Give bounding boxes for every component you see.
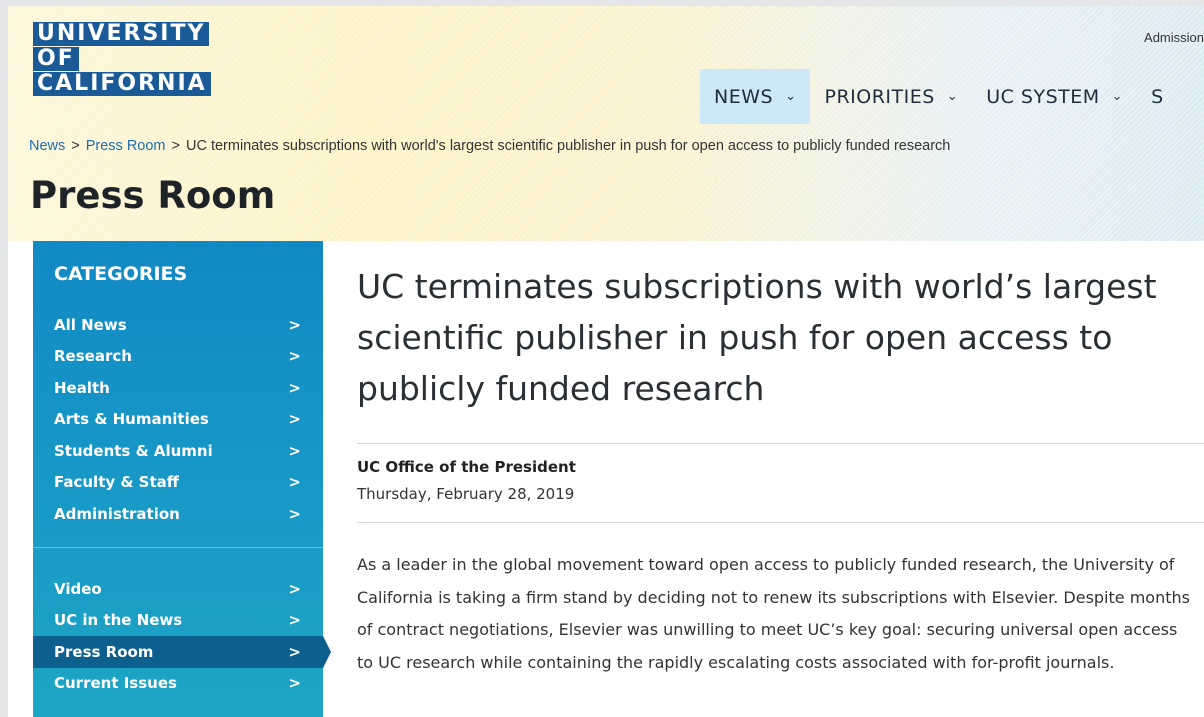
sidebar-item-faculty-staff[interactable]: Faculty & Staff > — [33, 467, 323, 499]
chevron-right-icon: > — [288, 504, 301, 523]
chevron-right-icon: > — [288, 473, 301, 492]
sidebar-item-label: Research — [54, 347, 132, 366]
breadcrumb-separator: > — [171, 138, 180, 154]
page-title: Press Room — [30, 174, 276, 217]
primary-categories: All News > Research > Health > Arts & Human… — [33, 309, 323, 530]
sidebar-item-uc-in-the-news[interactable]: UC in the News > — [33, 605, 323, 637]
sidebar-item-press-room[interactable]: Press Room > — [33, 636, 331, 668]
sidebar-item-research[interactable]: Research > — [33, 341, 323, 373]
chevron-right-icon: > — [288, 579, 301, 598]
nav-uc-system[interactable]: UC SYSTEM ⌄ — [972, 69, 1137, 124]
categories-sidebar: CATEGORIES All News > Research > Health > A… — [33, 241, 331, 717]
chevron-down-icon: ⌄ — [1111, 89, 1124, 104]
sidebar-item-arts-humanities[interactable]: Arts & Humanities > — [33, 404, 323, 436]
article: UC terminates subscriptions with world’s… — [357, 261, 1204, 679]
browser-page: UNIVERSITY OF CALIFORNIA Admission NEWS … — [8, 6, 1204, 717]
nav-uc-system-label: UC SYSTEM — [986, 85, 1100, 108]
logo-line-1: UNIVERSITY — [33, 22, 210, 46]
article-headline: UC terminates subscriptions with world’s… — [357, 267, 1157, 408]
article-body: As a leader in the global movement towar… — [357, 555, 1190, 672]
sidebar-item-video[interactable]: Video > — [33, 573, 323, 605]
nav-cut-off[interactable]: S — [1137, 69, 1178, 124]
chevron-down-icon: ⌄ — [785, 89, 797, 104]
breadcrumb-news[interactable]: News — [29, 138, 65, 154]
sidebar-item-all-news[interactable]: All News > — [33, 309, 323, 341]
categories-title: CATEGORIES — [54, 263, 188, 285]
nav-cut-off-label: S — [1151, 85, 1164, 108]
chevron-right-icon: > — [288, 347, 301, 366]
admissions-link[interactable]: Admission — [1144, 30, 1204, 45]
nav-priorities-label: PRIORITIES — [824, 85, 935, 108]
sidebar-item-current-issues[interactable]: Current Issues > — [33, 668, 323, 700]
chevron-right-icon: > — [288, 378, 301, 397]
divider — [357, 522, 1204, 523]
sidebar-item-label: Administration — [54, 504, 180, 523]
breadcrumb: News > Press Room > UC terminates subscripti… — [29, 138, 950, 154]
article-meta: UC Office of the President Thursday, Feb… — [357, 444, 1204, 522]
secondary-categories: Video > UC in the News > Press Room > Curre… — [33, 573, 331, 700]
chevron-right-icon: > — [288, 674, 301, 693]
chevron-right-icon: > — [288, 410, 301, 429]
sidebar-item-label: Video — [54, 579, 102, 598]
main-nav: NEWS ⌄ PRIORITIES ⌄ UC SYSTEM ⌄ S — [700, 69, 1178, 124]
nav-priorities[interactable]: PRIORITIES ⌄ — [810, 69, 972, 124]
sidebar-item-label: Current Issues — [54, 674, 177, 693]
breadcrumb-press-room[interactable]: Press Room — [86, 138, 166, 154]
sidebar-item-label: Press Room — [54, 642, 154, 661]
chevron-right-icon: > — [288, 315, 301, 334]
chevron-right-icon: > — [288, 611, 301, 630]
sidebar-item-health[interactable]: Health > — [33, 372, 323, 404]
breadcrumb-separator: > — [71, 138, 80, 154]
sidebar-item-label: All News — [54, 315, 127, 334]
chevron-right-icon: > — [288, 441, 301, 460]
chevron-down-icon: ⌄ — [946, 89, 959, 104]
breadcrumb-current: UC terminates subscriptions with world's… — [185, 138, 951, 154]
logo-line-3: CALIFORNIA — [33, 72, 211, 96]
sidebar-item-label: Faculty & Staff — [54, 473, 179, 492]
article-byline: UC Office of the President — [357, 458, 576, 476]
sidebar-divider — [33, 547, 323, 548]
uc-logo[interactable]: UNIVERSITY OF CALIFORNIA — [33, 22, 211, 97]
nav-news[interactable]: NEWS ⌄ — [700, 69, 811, 124]
sidebar-item-administration[interactable]: Administration > — [33, 498, 323, 530]
sidebar-item-label: Students & Alumni — [54, 441, 213, 460]
logo-line-2: OF — [33, 47, 79, 71]
sidebar-item-label: UC in the News — [54, 611, 183, 630]
nav-news-label: NEWS — [714, 85, 774, 108]
article-date: Thursday, February 28, 2019 — [357, 485, 575, 503]
sidebar-item-students-alumni[interactable]: Students & Alumni > — [33, 435, 323, 467]
chevron-right-icon: > — [288, 642, 301, 661]
sidebar-item-label: Health — [54, 378, 110, 397]
sidebar-item-label: Arts & Humanities — [54, 410, 209, 429]
